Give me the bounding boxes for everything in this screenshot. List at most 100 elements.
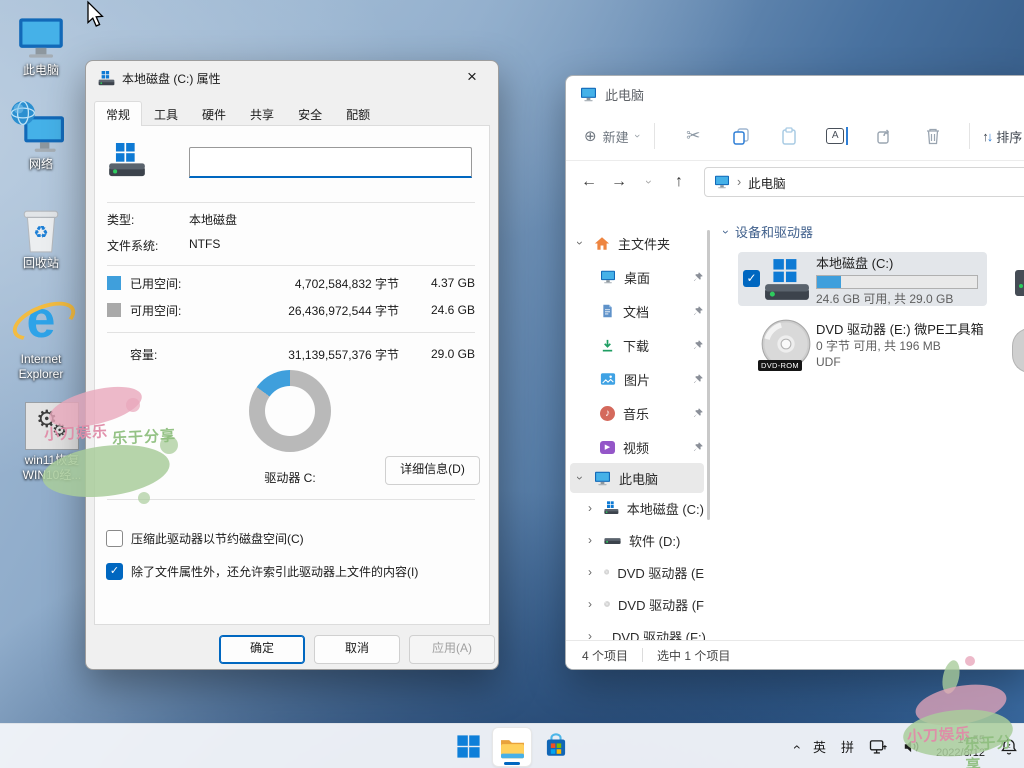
tab-hardware[interactable]: 硬件 <box>190 101 238 126</box>
network-icon[interactable] <box>869 739 888 755</box>
tab-tools[interactable]: 工具 <box>142 101 190 126</box>
address-bar[interactable]: › 此电脑 <box>704 167 1024 197</box>
desktop-icon-label: 此电脑 <box>2 63 80 78</box>
history-chevron-icon[interactable]: › <box>642 167 656 197</box>
new-button[interactable]: ⊕ 新建 › <box>584 127 638 146</box>
selected-checkbox[interactable]: ✓ <box>743 270 760 287</box>
sidebar-item-documents[interactable]: 文档 <box>600 296 704 326</box>
tab-quota[interactable]: 配额 <box>334 101 382 126</box>
up-icon[interactable]: ↑ <box>664 173 694 191</box>
capacity-bar <box>816 275 978 289</box>
chevron-right-icon[interactable]: › <box>584 501 596 515</box>
sort-button[interactable]: ↑↓ 排序 <box>982 127 1022 146</box>
desktop-icon-win11-restore[interactable]: ⚙⚙ win11恢复WIN10经... <box>14 400 90 483</box>
share-icon[interactable] <box>861 127 909 145</box>
taskbar-store[interactable] <box>537 727 575 765</box>
tray-overflow-chevron-icon[interactable]: › <box>788 744 804 749</box>
ime-mode-indicator[interactable]: 拼 <box>841 737 854 756</box>
dvd-rom-badge: DVD-ROM <box>758 360 802 371</box>
network-icon <box>2 104 80 154</box>
dialog-titlebar[interactable]: 本地磁盘 (C:) 属性 <box>98 70 221 87</box>
dvd-e-tile[interactable]: DVD-ROM DVD 驱动器 (E:) 微PE工具箱 0 字节 可用, 共 1… <box>738 318 987 376</box>
group-header-devices[interactable]: › 设备和驱动器 <box>724 222 813 241</box>
free-space-row: 可用空间: 26,436,972,544 字节 24.6 GB <box>107 301 475 319</box>
drive-info: 0 字节 可用, 共 196 MB <box>816 338 984 354</box>
clock[interactable]: 14:55 2022/8/12 <box>936 734 985 760</box>
drive-c-icon <box>604 500 619 516</box>
tab-sharing[interactable]: 共享 <box>238 101 286 126</box>
chevron-down-icon[interactable]: › <box>573 472 587 484</box>
paste-icon[interactable] <box>765 127 813 145</box>
index-checkbox[interactable]: ✓ <box>106 563 123 580</box>
dvd-icon <box>604 596 610 612</box>
explorer-toolbar: ⊕ 新建 › ✂ A ↑↓ <box>566 112 1024 161</box>
sidebar-item-dvd-e[interactable]: › DVD 驱动器 (E <box>584 557 704 587</box>
drive-caption: 驱动器 C: <box>215 469 365 486</box>
cancel-button[interactable]: 取消 <box>314 635 400 664</box>
pin-icon <box>692 441 704 453</box>
document-icon <box>600 303 615 319</box>
index-checkbox-row[interactable]: ✓ 除了文件属性外，还允许索引此驱动器上文件的内容(I) <box>106 563 418 580</box>
ok-button[interactable]: 确定 <box>219 635 305 664</box>
sidebar-item-this-pc[interactable]: › 此电脑 <box>570 463 704 493</box>
taskbar-file-explorer[interactable] <box>492 727 532 767</box>
tab-security[interactable]: 安全 <box>286 101 334 126</box>
sidebar-item-home[interactable]: › 主文件夹 <box>574 228 704 258</box>
sidebar-item-drive-d[interactable]: › 软件 (D:) <box>584 525 704 555</box>
close-icon[interactable]: × <box>460 65 484 89</box>
mouse-cursor <box>84 0 104 28</box>
copy-icon[interactable] <box>717 127 765 145</box>
used-space-row: 已用空间: 4,702,584,832 字节 4.37 GB <box>107 274 475 292</box>
sidebar-item-pictures[interactable]: 图片 <box>600 364 704 394</box>
chevron-right-icon[interactable]: › <box>584 533 596 547</box>
drive-c-tile[interactable]: ✓ 本地磁盘 (C:) 24.6 GB 可用, 共 29.0 GB <box>738 252 987 306</box>
plus-icon: ⊕ <box>584 127 597 145</box>
sidebar-item-drive-c[interactable]: › 本地磁盘 (C:) <box>584 493 704 523</box>
chevron-right-icon[interactable]: › <box>584 597 596 611</box>
windows-logo-icon <box>456 734 481 759</box>
chevron-down-icon[interactable]: › <box>573 237 587 249</box>
start-button[interactable] <box>449 727 487 765</box>
sidebar-item-music[interactable]: ♪ 音乐 <box>600 398 704 428</box>
compress-checkbox[interactable] <box>106 530 123 547</box>
sidebar-item-downloads[interactable]: 下载 <box>600 330 704 360</box>
compress-checkbox-row[interactable]: 压缩此驱动器以节约磁盘空间(C) <box>106 530 304 547</box>
properties-dialog: 本地磁盘 (C:) 属性 × 常规 工具 硬件 共享 安全 配额 类型: 本地磁… <box>85 60 499 670</box>
delete-icon[interactable] <box>909 127 957 145</box>
cut-icon[interactable]: ✂ <box>669 126 717 146</box>
pin-icon <box>692 339 704 351</box>
chevron-right-icon[interactable]: › <box>584 565 596 579</box>
pin-icon <box>692 305 704 317</box>
tab-general[interactable]: 常规 <box>94 101 142 126</box>
apply-button[interactable]: 应用(A) <box>409 635 495 664</box>
sidebar-scrollbar[interactable] <box>707 230 710 520</box>
desktop-icon-recycle-bin[interactable]: ♻ 回收站 <box>2 203 80 271</box>
forward-icon[interactable]: → <box>604 173 634 191</box>
status-item-count: 4 个项目 <box>582 647 628 664</box>
folder-icon <box>499 736 526 759</box>
notification-bell-icon[interactable]: z <box>1000 738 1018 756</box>
drive-name: 本地磁盘 (C:) <box>816 256 978 272</box>
drive-c-icon <box>764 259 810 301</box>
explorer-titlebar[interactable]: 此电脑 <box>580 85 644 104</box>
desktop-icon-internet-explorer[interactable]: e Internet Explorer <box>2 293 80 382</box>
clock-time: 14:55 <box>957 734 985 746</box>
sidebar-item-videos[interactable]: ▶ 视频 <box>600 432 704 462</box>
sidebar-item-dvd-f[interactable]: › DVD 驱动器 (F <box>584 589 704 619</box>
sidebar-item-dvd-f2[interactable]: › DVD 驱动器 (F:) <box>584 621 704 641</box>
desktop-icon-this-pc[interactable]: 此电脑 <box>2 10 80 78</box>
back-icon[interactable]: ← <box>574 173 604 191</box>
music-icon: ♪ <box>600 406 615 421</box>
volume-icon[interactable] <box>903 739 921 754</box>
details-button[interactable]: 详细信息(D) <box>385 456 480 485</box>
explorer-navbar: ← → › ↑ › 此电脑 <box>566 161 1024 203</box>
rename-icon[interactable]: A <box>813 127 861 145</box>
desktop-icon-network[interactable]: 网络 <box>2 104 80 172</box>
ime-language-indicator[interactable]: 英 <box>813 737 826 756</box>
volume-label-input[interactable] <box>189 147 472 178</box>
sidebar-item-desktop[interactable]: 桌面 <box>600 262 704 292</box>
explorer-sidebar: › 主文件夹 桌面 文档 下载 图片 <box>566 206 712 641</box>
tab-page-general: 类型: 本地磁盘 文件系统: NTFS 已用空间: 4,702,584,832 … <box>94 125 490 625</box>
breadcrumb[interactable]: 此电脑 <box>748 173 786 192</box>
filesystem-label: 文件系统: <box>107 237 158 254</box>
